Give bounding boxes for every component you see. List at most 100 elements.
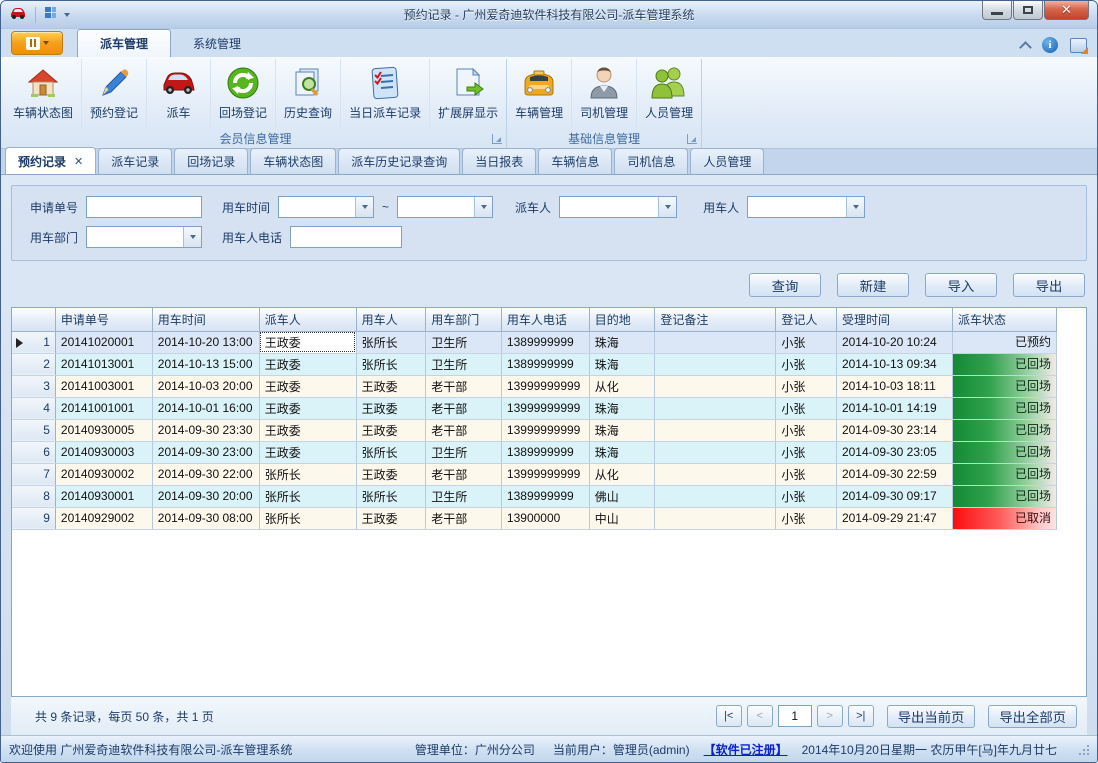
cell-car-user[interactable]: 张所长 xyxy=(356,353,426,375)
cell-dispatcher[interactable]: 王政委 xyxy=(259,397,356,419)
doc-tab-personnel-manage[interactable]: 人员管理 xyxy=(690,148,764,174)
export-all-pages-button[interactable]: 导出全部页 xyxy=(988,705,1077,728)
driver-manage-button[interactable]: 司机管理 xyxy=(572,59,637,129)
cell-car-user[interactable]: 王政委 xyxy=(356,419,426,441)
vehicle-manage-button[interactable]: 车辆管理 xyxy=(507,59,572,129)
cell-dest[interactable]: 佛山 xyxy=(589,485,655,507)
doc-tab-daily-report[interactable]: 当日报表 xyxy=(462,148,536,174)
cell-order-no[interactable]: 20140930001 xyxy=(55,485,152,507)
cell-remark[interactable] xyxy=(655,485,776,507)
cell-dest[interactable]: 从化 xyxy=(589,375,655,397)
info-icon[interactable]: i xyxy=(1042,37,1058,53)
cell-remark[interactable] xyxy=(655,441,776,463)
cell-accept-time[interactable]: 2014-10-20 10:24 xyxy=(836,331,952,353)
col-header-use-time[interactable]: 用车时间 xyxy=(152,308,259,331)
cell-dept[interactable]: 卫生所 xyxy=(426,485,502,507)
cell-registrar[interactable]: 小张 xyxy=(776,419,837,441)
cell-phone[interactable]: 1389999999 xyxy=(501,353,589,375)
ribbon-tab-dispatch[interactable]: 派车管理 xyxy=(77,29,171,57)
cell-remark[interactable] xyxy=(655,419,776,441)
table-row[interactable]: 4 20141001001 2014-10-01 16:00 王政委 王政委 老… xyxy=(12,397,1057,419)
cell-remark[interactable] xyxy=(655,507,776,529)
table-row[interactable]: 3 20141003001 2014-10-03 20:00 王政委 王政委 老… xyxy=(12,375,1057,397)
cell-dept[interactable]: 老干部 xyxy=(426,375,502,397)
cell-phone[interactable]: 13999999999 xyxy=(501,463,589,485)
cell-phone[interactable]: 1389999999 xyxy=(501,485,589,507)
col-header-accept-time[interactable]: 受理时间 xyxy=(836,308,952,331)
extended-screen-button[interactable]: 扩展屏显示 xyxy=(430,59,506,129)
ribbon-tab-system[interactable]: 系统管理 xyxy=(171,30,263,57)
col-header-dispatcher[interactable]: 派车人 xyxy=(259,308,356,331)
cell-dest[interactable]: 珠海 xyxy=(589,441,655,463)
chevron-down-icon[interactable] xyxy=(183,227,201,247)
cell-use-time[interactable]: 2014-09-30 23:00 xyxy=(152,441,259,463)
cell-car-user[interactable]: 张所长 xyxy=(356,485,426,507)
cell-accept-time[interactable]: 2014-10-03 18:11 xyxy=(836,375,952,397)
cell-order-no[interactable]: 20140930003 xyxy=(55,441,152,463)
license-registered-link[interactable]: 【软件已注册】 xyxy=(704,741,788,758)
cell-dispatcher[interactable]: 王政委 xyxy=(259,419,356,441)
col-header-dept[interactable]: 用车部门 xyxy=(426,308,502,331)
cell-order-no[interactable]: 20140929002 xyxy=(55,507,152,529)
cell-use-time[interactable]: 2014-10-20 13:00 xyxy=(152,331,259,353)
reservation-register-button[interactable]: 预约登记 xyxy=(82,59,147,129)
export-current-page-button[interactable]: 导出当前页 xyxy=(887,705,976,728)
cell-car-user[interactable]: 张所长 xyxy=(356,441,426,463)
cell-dest[interactable]: 从化 xyxy=(589,463,655,485)
col-header-dest[interactable]: 目的地 xyxy=(589,308,655,331)
cell-accept-time[interactable]: 2014-09-30 22:59 xyxy=(836,463,952,485)
cell-status[interactable]: 已回场 xyxy=(953,353,1057,375)
cell-car-user[interactable]: 王政委 xyxy=(356,375,426,397)
col-header-remark[interactable]: 登记备注 xyxy=(655,308,776,331)
export-button[interactable]: 导出 xyxy=(1013,273,1085,297)
cell-car-user[interactable]: 王政委 xyxy=(356,507,426,529)
cell-dispatcher[interactable]: 张所长 xyxy=(259,485,356,507)
col-header-status[interactable]: 派车状态 xyxy=(953,308,1057,331)
first-page-button[interactable]: |< xyxy=(716,705,742,727)
cell-accept-time[interactable]: 2014-09-30 09:17 xyxy=(836,485,952,507)
cell-order-no[interactable]: 20140930005 xyxy=(55,419,152,441)
cell-dispatcher[interactable]: 王政委 xyxy=(259,441,356,463)
cell-registrar[interactable]: 小张 xyxy=(776,485,837,507)
dispatcher-combobox[interactable] xyxy=(559,196,677,218)
dispatch-button[interactable]: 派车 xyxy=(147,59,211,129)
cell-order-no[interactable]: 20141020001 xyxy=(55,331,152,353)
close-tab-icon[interactable]: ✕ xyxy=(74,155,83,168)
car-user-combobox[interactable] xyxy=(747,196,865,218)
collapse-ribbon-icon[interactable] xyxy=(1019,41,1032,54)
cell-phone[interactable]: 13999999999 xyxy=(501,375,589,397)
cell-status[interactable]: 已取消 xyxy=(953,507,1057,529)
table-row[interactable]: 7 20140930002 2014-09-30 22:00 张所长 王政委 老… xyxy=(12,463,1057,485)
cell-remark[interactable] xyxy=(655,353,776,375)
cell-phone[interactable]: 13999999999 xyxy=(501,397,589,419)
application-menu-button[interactable] xyxy=(11,31,63,55)
doc-tab-return-records[interactable]: 回场记录 xyxy=(174,148,248,174)
cell-use-time[interactable]: 2014-09-30 23:30 xyxy=(152,419,259,441)
cell-accept-time[interactable]: 2014-09-29 21:47 xyxy=(836,507,952,529)
cell-accept-time[interactable]: 2014-09-30 23:05 xyxy=(836,441,952,463)
maximize-button[interactable] xyxy=(1013,1,1043,20)
cell-remark[interactable] xyxy=(655,463,776,485)
table-row[interactable]: 6 20140930003 2014-09-30 23:00 王政委 张所长 卫… xyxy=(12,441,1057,463)
chevron-down-icon[interactable] xyxy=(355,197,373,217)
cell-dispatcher[interactable]: 王政委 xyxy=(259,375,356,397)
chevron-down-icon[interactable] xyxy=(846,197,864,217)
cell-registrar[interactable]: 小张 xyxy=(776,507,837,529)
layout-grid-icon[interactable] xyxy=(44,6,60,23)
return-register-button[interactable]: 回场登记 xyxy=(211,59,276,129)
cell-dept[interactable]: 卫生所 xyxy=(426,331,502,353)
col-header-phone[interactable]: 用车人电话 xyxy=(501,308,589,331)
col-header-order-no[interactable]: 申请单号 xyxy=(55,308,152,331)
cell-car-user[interactable]: 王政委 xyxy=(356,397,426,419)
import-button[interactable]: 导入 xyxy=(925,273,997,297)
cell-status[interactable]: 已回场 xyxy=(953,397,1057,419)
cell-status[interactable]: 已回场 xyxy=(953,375,1057,397)
cell-status[interactable]: 已预约 xyxy=(953,331,1057,353)
cell-phone[interactable]: 1389999999 xyxy=(501,331,589,353)
cell-phone[interactable]: 13900000 xyxy=(501,507,589,529)
department-combobox[interactable] xyxy=(86,226,202,248)
cell-use-time[interactable]: 2014-10-13 15:00 xyxy=(152,353,259,375)
cell-registrar[interactable]: 小张 xyxy=(776,441,837,463)
doc-tab-reservation-records[interactable]: 预约记录 ✕ xyxy=(5,147,96,174)
cell-accept-time[interactable]: 2014-09-30 23:14 xyxy=(836,419,952,441)
